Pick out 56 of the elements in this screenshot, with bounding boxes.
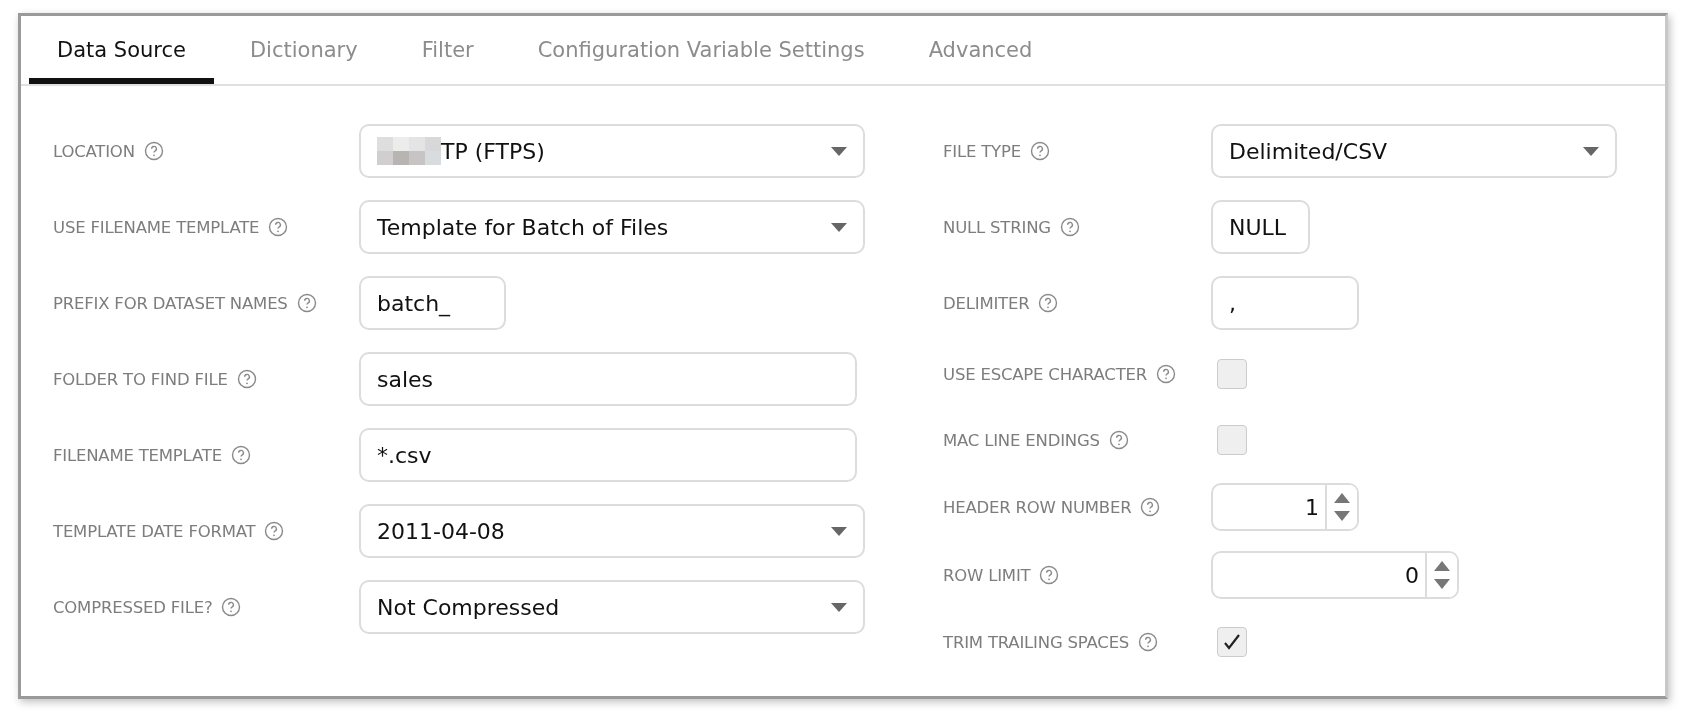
up-arrow-icon[interactable] xyxy=(1334,493,1350,503)
field-label: USE FILENAME TEMPLATE xyxy=(53,217,260,237)
dropdown[interactable]: TP (FTPS) xyxy=(359,124,865,178)
caret-icon xyxy=(1583,146,1599,156)
checkbox[interactable] xyxy=(1217,425,1247,455)
field-label: NULL STRING xyxy=(943,217,1051,237)
help-icon[interactable] xyxy=(236,369,257,389)
caret-icon xyxy=(831,146,847,156)
dropdown[interactable]: Delimited/CSV xyxy=(1211,124,1617,178)
help-icon[interactable] xyxy=(221,597,242,617)
input-field[interactable]: sales xyxy=(359,352,857,406)
input-field[interactable]: *.csv xyxy=(359,428,857,482)
field-label: MAC LINE ENDINGS xyxy=(943,430,1100,450)
field-label: COMPRESSED FILE? xyxy=(53,597,213,617)
input-field[interactable]: NULL xyxy=(1211,200,1310,254)
field-label: DELIMITER xyxy=(943,293,1030,313)
checkbox[interactable] xyxy=(1217,627,1247,657)
field-label: TRIM TRAILING SPACES xyxy=(943,632,1130,652)
help-icon[interactable] xyxy=(1029,141,1050,161)
dropdown[interactable]: Not Compressed xyxy=(359,580,865,634)
checkmark-icon xyxy=(1222,632,1242,652)
help-icon[interactable] xyxy=(1156,364,1177,384)
caret-icon xyxy=(831,526,847,536)
help-icon[interactable] xyxy=(1039,565,1060,585)
down-arrow-icon[interactable] xyxy=(1434,579,1450,589)
field-label: FILENAME TEMPLATE xyxy=(53,445,222,465)
help-icon[interactable] xyxy=(230,445,251,465)
field-label: LOCATION xyxy=(53,141,135,161)
help-icon[interactable] xyxy=(143,141,164,161)
field-label: TEMPLATE DATE FORMAT xyxy=(53,521,256,541)
help-icon[interactable] xyxy=(268,217,289,237)
field-label: HEADER ROW NUMBER xyxy=(943,497,1132,517)
checkbox[interactable] xyxy=(1217,359,1247,389)
help-icon[interactable] xyxy=(264,521,285,541)
up-arrow-icon[interactable] xyxy=(1434,561,1450,571)
field-label: FOLDER TO FIND FILE xyxy=(53,369,228,389)
field-label: USE ESCAPE CHARACTER xyxy=(943,364,1148,384)
caret-icon xyxy=(831,602,847,612)
number-field[interactable]: 1 xyxy=(1211,483,1359,531)
caret-icon xyxy=(831,222,847,232)
field-label: ROW LIMIT xyxy=(943,565,1031,585)
help-icon[interactable] xyxy=(1108,430,1129,450)
field-label: PREFIX FOR DATASET NAMES xyxy=(53,293,288,313)
number-field[interactable]: 0 xyxy=(1211,551,1459,599)
help-icon[interactable] xyxy=(1140,497,1161,517)
input-field[interactable]: batch_ xyxy=(359,276,506,330)
input-field[interactable]: , xyxy=(1211,276,1359,330)
field-label: FILE TYPE xyxy=(943,141,1021,161)
down-arrow-icon[interactable] xyxy=(1334,511,1350,521)
dropdown[interactable]: Template for Batch of Files xyxy=(359,200,865,254)
tab[interactable]: Data Source xyxy=(29,16,214,84)
help-icon[interactable] xyxy=(1059,217,1080,237)
help-icon[interactable] xyxy=(1138,632,1159,652)
help-icon[interactable] xyxy=(296,293,317,313)
dropdown[interactable]: 2011-04-08 xyxy=(359,504,865,558)
help-icon[interactable] xyxy=(1038,293,1059,313)
